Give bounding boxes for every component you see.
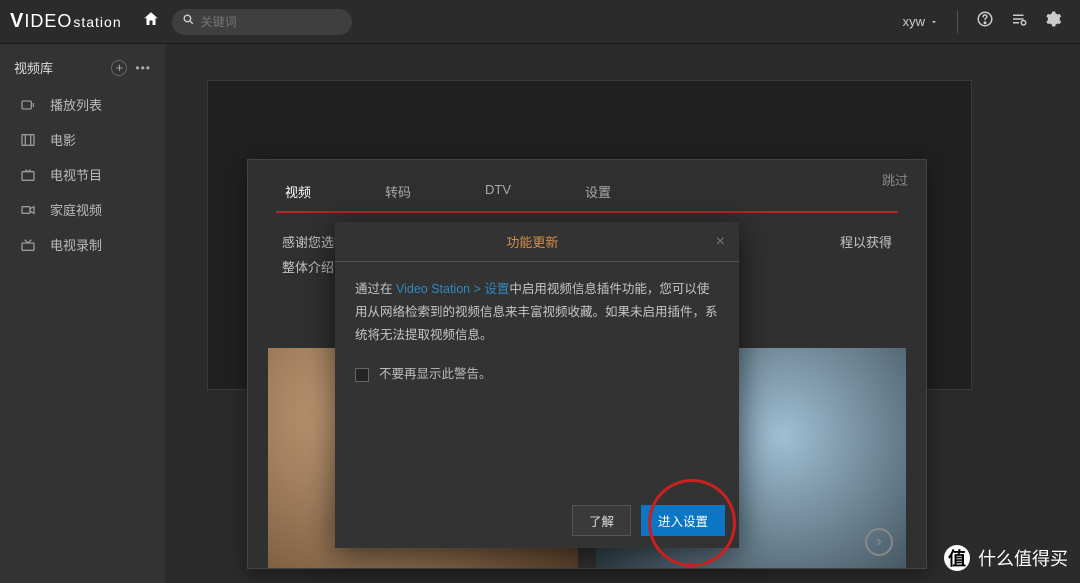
camcorder-icon xyxy=(20,202,38,218)
modal-title: 功能更新 xyxy=(349,232,716,251)
wizard-tab-settings[interactable]: 设置 xyxy=(548,174,648,209)
tv-icon xyxy=(20,167,38,183)
separator xyxy=(957,11,958,33)
dont-show-checkbox[interactable] xyxy=(355,368,369,382)
sidebar-item-playlist[interactable]: 播放列表 xyxy=(0,87,165,122)
add-library-icon[interactable]: + xyxy=(111,60,127,76)
more-icon[interactable]: ••• xyxy=(135,61,151,75)
logo-right: station xyxy=(73,14,121,30)
sidebar-item-label: 播放列表 xyxy=(50,95,102,114)
app-logo: V IDEO station xyxy=(10,10,122,33)
user-menu[interactable]: xyw xyxy=(903,14,939,29)
skip-button[interactable]: 跳过 xyxy=(882,170,908,189)
sidebar: 视频库 + ••• 播放列表 电影 电视节目 家庭视频 电视录制 xyxy=(0,44,165,583)
sidebar-item-label: 电影 xyxy=(50,130,76,149)
home-icon[interactable] xyxy=(142,10,160,33)
sidebar-item-movie[interactable]: 电影 xyxy=(0,122,165,157)
sidebar-item-homevideo[interactable]: 家庭视频 xyxy=(0,192,165,227)
watermark-text: 什么值得买 xyxy=(978,545,1068,571)
wizard-tab-video[interactable]: 视频 xyxy=(248,174,348,209)
watermark-badge: 值 xyxy=(944,545,970,571)
help-icon[interactable] xyxy=(976,10,994,33)
main-area: 跳过 视频 转码 DTV 设置 感谢您选择 程以获得 整体介绍， xyxy=(165,44,1080,583)
modal-text-pre: 通过在 xyxy=(355,282,396,296)
sidebar-header: 视频库 + ••• xyxy=(0,54,165,87)
wizard-tabs: 视频 转码 DTV 设置 xyxy=(248,160,926,209)
wizard-text-1b: 程以获得 xyxy=(840,231,892,256)
modal-body: 通过在 Video Station > 设置中启用视频信息插件功能，您可以使用从… xyxy=(335,262,739,403)
modal-header: 功能更新 × xyxy=(335,222,739,261)
user-name: xyw xyxy=(903,14,925,29)
sidebar-item-label: 电视录制 xyxy=(50,235,102,254)
modal-footer: 了解 进入设置 xyxy=(572,505,725,536)
close-icon[interactable]: × xyxy=(716,233,725,251)
settings-icon[interactable] xyxy=(1044,10,1062,33)
go-settings-button[interactable]: 进入设置 xyxy=(641,505,725,536)
update-modal: 功能更新 × 通过在 Video Station > 设置中启用视频信息插件功能… xyxy=(335,222,739,548)
checkbox-label: 不要再显示此警告。 xyxy=(379,363,492,386)
logo-mid: IDEO xyxy=(24,11,72,32)
next-arrow-button[interactable] xyxy=(865,528,893,556)
search-box[interactable] xyxy=(172,9,352,35)
watermark: 值 什么值得买 xyxy=(944,545,1068,571)
playlist-icon xyxy=(20,97,38,113)
antenna-tv-icon xyxy=(20,237,38,253)
top-bar: V IDEO station xyw xyxy=(0,0,1080,44)
sidebar-item-recording[interactable]: 电视录制 xyxy=(0,227,165,262)
modal-checkbox-row: 不要再显示此警告。 xyxy=(355,363,719,386)
search-input[interactable] xyxy=(201,15,321,29)
logo-v: V xyxy=(10,10,24,33)
sidebar-item-label: 家庭视频 xyxy=(50,200,102,219)
search-icon xyxy=(182,13,195,31)
queue-icon[interactable] xyxy=(1010,10,1028,33)
wizard-tab-transcode[interactable]: 转码 xyxy=(348,174,448,209)
modal-settings-link[interactable]: Video Station > 设置 xyxy=(396,282,509,296)
wizard-tab-dtv[interactable]: DTV xyxy=(448,174,548,209)
acknowledge-button[interactable]: 了解 xyxy=(572,505,631,536)
sidebar-item-tvshow[interactable]: 电视节目 xyxy=(0,157,165,192)
sidebar-title: 视频库 xyxy=(14,58,53,77)
sidebar-item-label: 电视节目 xyxy=(50,165,102,184)
film-icon xyxy=(20,132,38,148)
